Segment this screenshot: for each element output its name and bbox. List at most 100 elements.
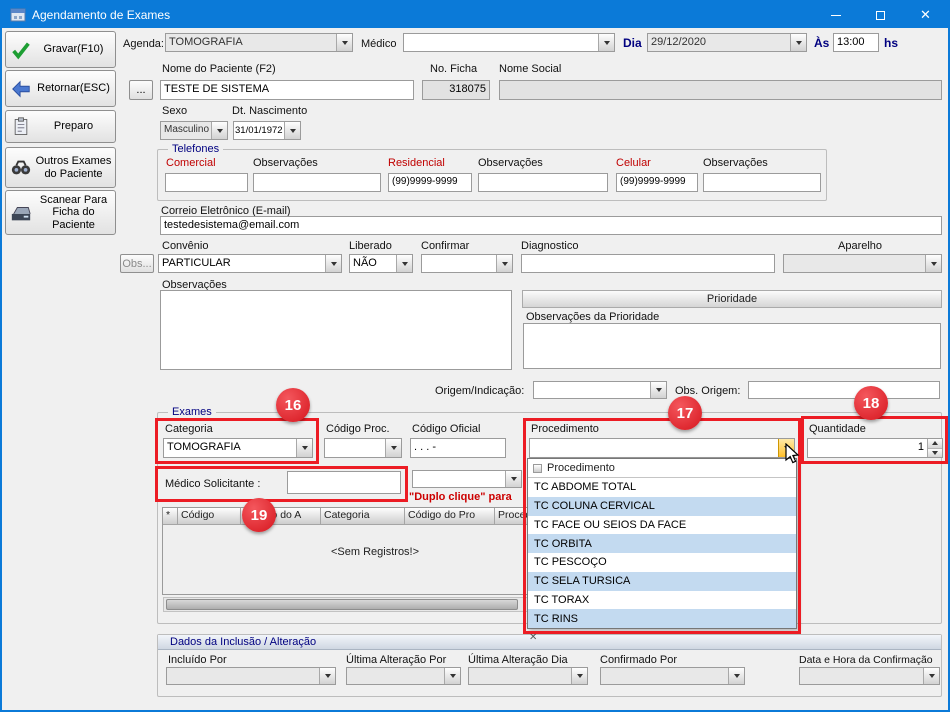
chevron-down-icon[interactable] — [790, 34, 806, 51]
list-item[interactable]: TC PESCOÇO — [528, 553, 796, 572]
residencial-field[interactable]: (99)9999-9999 — [388, 173, 472, 192]
minimize-icon — [831, 15, 841, 16]
minimize-button[interactable] — [813, 2, 858, 28]
observacoes-textarea[interactable] — [160, 290, 512, 370]
chevron-down-icon[interactable] — [571, 668, 587, 684]
return-button[interactable]: Retornar(ESC) — [5, 70, 116, 107]
dropdown-header-label: Procedimento — [547, 462, 615, 474]
obs-origem-field[interactable] — [748, 381, 940, 399]
medico-solicitante-field[interactable] — [287, 471, 401, 494]
codigo-proc-combo[interactable] — [324, 438, 402, 458]
scanner-icon — [8, 202, 34, 224]
double-click-hint: "Duplo clique" para — [409, 491, 512, 503]
nascimento-combo[interactable]: 31/01/1972 — [233, 121, 301, 140]
button-label: Retornar(ESC) — [34, 82, 113, 95]
chevron-down-icon[interactable] — [336, 34, 352, 51]
more-button[interactable]: ... — [129, 80, 153, 100]
codigo-oficial-label: Código Oficial — [412, 423, 480, 435]
dia-combo[interactable]: 29/12/2020 — [647, 33, 807, 52]
grid-icon — [533, 464, 542, 473]
codigo-proc-label: Código Proc. — [326, 423, 390, 435]
list-item[interactable]: TC SELA TURSICA — [528, 572, 796, 591]
dia-label: Dia — [623, 36, 642, 50]
confirmado-por-label: Confirmado Por — [600, 654, 677, 666]
chevron-down-icon[interactable] — [650, 382, 666, 398]
spin-down-icon[interactable] — [928, 449, 942, 458]
comercial-field[interactable] — [165, 173, 248, 192]
scrollbar-thumb[interactable] — [166, 599, 518, 610]
chevron-down-icon[interactable] — [319, 668, 335, 684]
ultima-alteracao-por-combo[interactable] — [346, 667, 461, 685]
list-item[interactable]: TC ABDOME TOTAL — [528, 478, 796, 497]
preparo-button[interactable]: Preparo — [5, 110, 116, 143]
obs-prioridade-textarea[interactable] — [523, 323, 941, 369]
spin-up-icon[interactable] — [928, 439, 942, 449]
incluido-por-combo[interactable] — [166, 667, 336, 685]
diagnostico-field[interactable] — [521, 254, 775, 273]
chevron-down-icon[interactable] — [396, 255, 412, 272]
chevron-down-icon[interactable] — [444, 668, 460, 684]
dropdown-header[interactable]: Procedimento — [528, 459, 796, 478]
nascimento-value: 31/01/1972 — [234, 122, 284, 139]
chevron-down-icon[interactable] — [923, 668, 939, 684]
exames-title: Exames — [168, 406, 216, 418]
agenda-combo[interactable]: TOMOGRAFIA — [165, 33, 353, 52]
comercial-label: Comercial — [166, 157, 216, 169]
list-item[interactable]: TC FACE OU SEIOS DA FACE — [528, 516, 796, 535]
codigo-proc-value — [325, 439, 385, 457]
chevron-down-icon[interactable] — [496, 255, 512, 272]
list-item[interactable]: TC RINS — [528, 609, 796, 628]
chevron-down-icon[interactable] — [325, 255, 341, 272]
save-button[interactable]: Gravar(F10) — [5, 31, 116, 68]
convenio-value: PARTICULAR — [159, 255, 325, 272]
outros-exames-button[interactable]: Outros Exames do Paciente — [5, 147, 116, 188]
nome-paciente-field[interactable]: TESTE DE SISTEMA — [160, 80, 414, 100]
convenio-combo[interactable]: PARTICULAR — [158, 254, 342, 273]
time-field[interactable]: 13:00 — [833, 33, 879, 52]
incluido-por-label: Incluído Por — [168, 654, 227, 666]
quantidade-stepper[interactable]: 1 — [807, 438, 943, 458]
chevron-down-icon[interactable] — [385, 439, 401, 457]
list-item[interactable]: TC ORBITA — [528, 534, 796, 553]
ultima-alteracao-dia-combo[interactable] — [468, 667, 588, 685]
list-item[interactable]: TC COLUNA CERVICAL — [528, 497, 796, 516]
scan-button[interactable]: Scanear Para Ficha do Paciente — [5, 190, 116, 235]
categoria-combo[interactable]: TOMOGRAFIA — [163, 438, 313, 458]
chevron-down-icon[interactable] — [505, 471, 521, 487]
aparelho-combo[interactable] — [783, 254, 942, 273]
medico-solicitante-combo[interactable] — [412, 470, 522, 488]
codigo-oficial-field[interactable]: . . . - — [410, 438, 506, 458]
callout-19: 19 — [242, 498, 276, 532]
obs-comercial-field[interactable] — [253, 173, 381, 192]
list-item[interactable]: TC TORAX — [528, 591, 796, 610]
procedimento-combo[interactable] — [529, 438, 795, 458]
confirmado-por-combo[interactable] — [600, 667, 745, 685]
obs-celular-field[interactable] — [703, 173, 821, 192]
close-button[interactable]: ✕ — [903, 2, 948, 28]
chevron-down-icon[interactable] — [598, 34, 614, 51]
data-hora-confirmacao-combo[interactable] — [799, 667, 940, 685]
grid-column-codigo[interactable]: Código — [178, 508, 241, 525]
dia-value: 29/12/2020 — [648, 34, 790, 51]
chevron-down-icon[interactable] — [211, 122, 227, 139]
grid-indicator-column[interactable]: * — [163, 508, 178, 525]
email-field[interactable]: testedesistema@email.com — [160, 216, 942, 235]
confirmar-combo[interactable] — [421, 254, 513, 273]
celular-field[interactable]: (99)9999-9999 — [616, 173, 698, 192]
obs-residencial-field[interactable] — [478, 173, 608, 192]
medico-combo[interactable] — [403, 33, 615, 52]
origem-combo[interactable] — [533, 381, 667, 399]
chevron-down-icon[interactable] — [284, 122, 300, 139]
chevron-down-icon[interactable] — [925, 255, 941, 272]
grid-column-categoria[interactable]: Categoria — [321, 508, 405, 525]
liberado-combo[interactable]: NÃO — [349, 254, 413, 273]
window-title: Agendamento de Exames — [32, 8, 170, 22]
obs-button[interactable]: Obs... — [120, 254, 154, 273]
chevron-down-icon[interactable] — [296, 439, 312, 457]
grid-column-codigo-proc[interactable]: Código do Pro — [405, 508, 495, 525]
chevron-down-icon[interactable] — [728, 668, 744, 684]
close-icon[interactable]: ✕ — [529, 632, 537, 643]
sexo-combo[interactable]: Masculino — [160, 121, 228, 140]
combo-value — [167, 668, 319, 684]
maximize-button[interactable] — [858, 2, 903, 28]
